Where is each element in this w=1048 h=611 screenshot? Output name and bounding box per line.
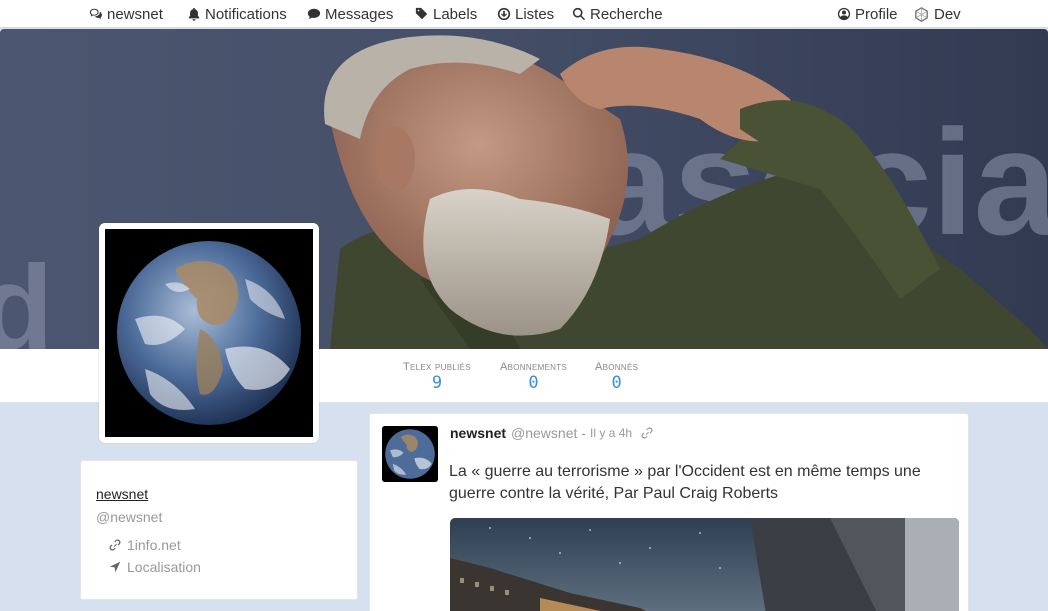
profile-location-label: Localisation (127, 559, 201, 575)
stat-label: Abonnés (595, 361, 639, 373)
comment-icon (307, 8, 321, 20)
nav-notifications-label: Notifications (205, 5, 287, 23)
stat-telex[interactable]: Telex publiés 9 (403, 361, 471, 392)
stat-label: Abonnements (500, 361, 568, 373)
nav-messages-label: Messages (325, 5, 394, 23)
svg-text:d: d (0, 241, 53, 349)
earth-image (105, 229, 313, 437)
nav-home[interactable]: newsnet (89, 4, 163, 24)
stat-followers[interactable]: Abonnés 0 (595, 361, 638, 392)
search-icon (572, 7, 586, 21)
bell-icon (188, 7, 200, 21)
nav-profile-label: Profile (855, 5, 898, 23)
profile-website-label: 1info.net (127, 537, 181, 553)
post-separator: - (581, 425, 587, 441)
tags-icon (415, 7, 428, 20)
nav-dev-label: Dev (934, 5, 961, 23)
nav-labels-label: Labels (433, 5, 478, 23)
nav-dev[interactable]: Dev (913, 4, 961, 24)
nav-search-label: Recherche (590, 5, 663, 23)
stat-label: Telex publiés (403, 361, 471, 373)
profile-info-card: newsnet @newsnet 1info.net Localisation (80, 460, 358, 600)
hexagon-icon (915, 6, 928, 22)
nav-brand-label: newsnet (107, 5, 163, 23)
list-circle-icon (497, 7, 511, 21)
post-text: La « guerre au terrorisme » par l'Occide… (449, 463, 921, 502)
link-icon (109, 539, 121, 551)
profile-name-link[interactable]: newsnet (96, 486, 148, 502)
stat-following[interactable]: Abonnements 0 (500, 361, 567, 392)
profile-handle: @newsnet (96, 509, 163, 525)
post-timestamp[interactable]: Il y a 4h (590, 426, 632, 440)
post-image[interactable] (450, 518, 959, 611)
top-navbar: newsnet Notifications Messages Labels Li… (0, 0, 1048, 28)
post-author[interactable]: newsnet (450, 425, 506, 441)
nav-profile[interactable]: Profile (837, 4, 898, 24)
stat-value: 9 (431, 373, 443, 393)
post-avatar[interactable] (382, 426, 438, 482)
post-header: newsnet @newsnet - Il y a 4h (450, 425, 653, 441)
nav-notifications[interactable]: Notifications (187, 4, 287, 24)
profile-avatar[interactable] (99, 223, 319, 443)
user-circle-icon (837, 7, 851, 21)
stat-value: 0 (611, 373, 622, 393)
nav-search[interactable]: Recherche (572, 4, 663, 24)
location-arrow-icon (109, 561, 121, 573)
nav-messages[interactable]: Messages (307, 4, 393, 24)
telex-post-card: newsnet @newsnet - Il y a 4h La « guerre… (369, 413, 969, 611)
post-handle: @newsnet (511, 425, 578, 441)
comments-icon (89, 8, 102, 20)
nav-lists-label: Listes (515, 5, 555, 23)
stat-value: 0 (528, 373, 539, 393)
nav-labels[interactable]: Labels (415, 4, 477, 24)
profile-location: Localisation (109, 559, 201, 575)
profile-website[interactable]: 1info.net (109, 537, 181, 553)
permalink-icon[interactable] (641, 427, 653, 439)
nav-lists[interactable]: Listes (497, 4, 554, 24)
